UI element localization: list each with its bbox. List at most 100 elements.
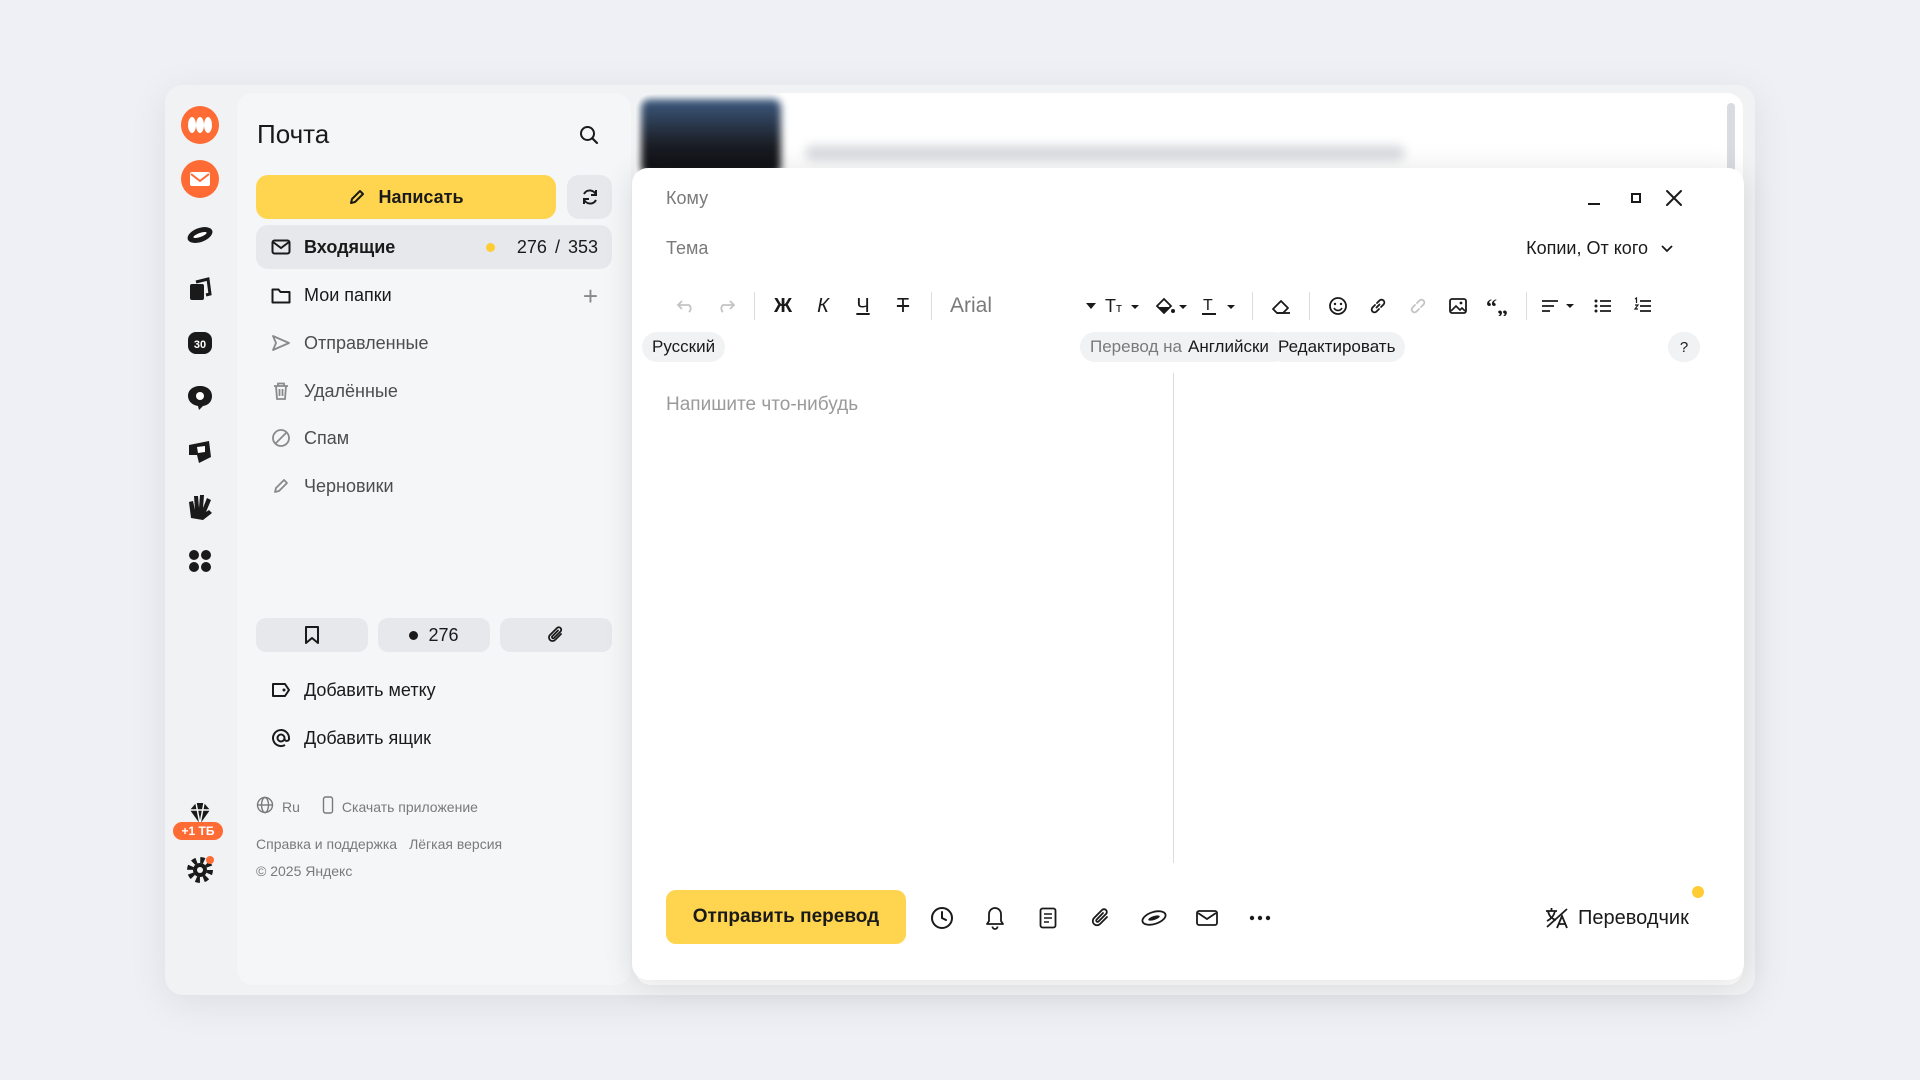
schedule-clock-icon[interactable] [926, 902, 958, 934]
quote-icon[interactable]: “„ [1478, 288, 1518, 324]
format-toolbar: Ж К Ч Т Arial Tт T “„ [666, 288, 1716, 324]
phone-icon [322, 796, 334, 817]
bullet-list-icon[interactable] [1583, 288, 1623, 324]
edit-translation-button[interactable]: Редактировать [1268, 332, 1406, 362]
emoji-icon[interactable] [1318, 288, 1358, 324]
folder-label: Черновики [304, 475, 394, 496]
template-icon[interactable] [1032, 902, 1064, 934]
target-language-select[interactable]: Перевод на Английский [1080, 332, 1289, 362]
font-size-icon[interactable]: Tт [1100, 288, 1148, 324]
yandex-logo-icon[interactable] [165, 105, 235, 145]
mail-icon[interactable] [165, 159, 235, 199]
link-icon[interactable] [1358, 288, 1398, 324]
image-icon[interactable] [1438, 288, 1478, 324]
folder-drafts[interactable]: Черновики [256, 464, 612, 508]
envelope-icon [270, 236, 292, 258]
hands-icon[interactable] [165, 487, 235, 527]
service-rail: 30 +1 ТБ [165, 85, 235, 995]
translation-divider [1173, 373, 1174, 863]
apps-grid-icon[interactable] [165, 541, 235, 581]
unread-dot [485, 242, 495, 252]
minimize-icon[interactable] [1582, 186, 1606, 210]
unlink-icon[interactable] [1398, 288, 1438, 324]
text-color-icon[interactable]: T [1196, 288, 1244, 324]
search-icon[interactable] [573, 119, 605, 151]
folder-label: Отправленные [304, 332, 429, 353]
folder-inbox[interactable]: Входящие 276 / 353 [256, 225, 612, 269]
unread-filter-count: 276 [428, 624, 459, 645]
message-body[interactable]: Напишите что-нибудь [666, 394, 858, 416]
bookmark-icon [305, 626, 319, 644]
globe-icon[interactable] [256, 796, 274, 817]
subject-field[interactable]: Тема [666, 238, 708, 259]
eraser-icon[interactable] [1261, 288, 1301, 324]
unread-dot [409, 630, 419, 640]
quick-filters: 276 [256, 618, 612, 652]
folder-my-folders[interactable]: Мои папки + [256, 273, 612, 317]
folder-trash[interactable]: Удалённые [256, 369, 612, 413]
numbered-list-icon[interactable] [1623, 288, 1663, 324]
maximize-icon[interactable] [1624, 186, 1648, 210]
align-icon[interactable] [1535, 288, 1583, 324]
messenger-icon[interactable] [165, 377, 235, 417]
count-separator: / [554, 236, 560, 257]
download-app-link[interactable]: Скачать приложение [342, 799, 478, 815]
reminder-bell-icon[interactable] [979, 902, 1011, 934]
italic-button[interactable]: К [803, 288, 843, 324]
underline-button[interactable]: Ч [843, 288, 883, 324]
to-field[interactable]: Кому [666, 188, 708, 209]
send-translation-button[interactable]: Отправить перевод [666, 890, 906, 944]
add-mailbox-button[interactable]: Добавить ящик [256, 716, 612, 760]
label-icon [270, 679, 292, 701]
source-language: Русский [652, 337, 716, 356]
page-title: Почта [257, 119, 330, 149]
paperclip-icon [548, 626, 563, 642]
docs-icon[interactable] [165, 270, 235, 310]
svg-text:30: 30 [194, 339, 206, 351]
calendar-icon[interactable]: 30 [165, 323, 235, 363]
source-language-select[interactable]: Русский [642, 332, 726, 362]
fill-color-icon[interactable] [1148, 288, 1196, 324]
folder-label: Удалённые [304, 380, 398, 401]
attach-paperclip-icon[interactable] [1085, 902, 1117, 934]
attach-from-mail-icon[interactable] [1191, 902, 1223, 934]
font-select[interactable]: Arial [940, 288, 1100, 324]
unread-filter[interactable]: 276 [378, 618, 490, 652]
add-label-button[interactable]: Добавить метку [256, 668, 612, 712]
folder-panel: Почта Написать Входящие 276 / 353 Мои па… [237, 93, 631, 985]
help-link[interactable]: Справка и поддержка [256, 836, 397, 852]
telemost-icon[interactable] [165, 432, 235, 472]
gear-icon[interactable] [165, 850, 235, 890]
disk-icon[interactable] [165, 215, 235, 255]
folder-spam[interactable]: Спам [256, 416, 612, 460]
attachments-filter[interactable] [500, 618, 612, 652]
help-button[interactable]: ? [1668, 332, 1700, 362]
caret-down-icon [1086, 303, 1096, 309]
cc-from-toggle[interactable]: Копии, От кого [1526, 238, 1674, 259]
translate-icon [1546, 908, 1568, 929]
refresh-button[interactable] [567, 175, 612, 219]
bookmark-filter[interactable] [256, 618, 368, 652]
strike-button[interactable]: Т [883, 288, 923, 324]
blurred-thumbnail [641, 99, 781, 175]
folder-sent[interactable]: Отправленные [256, 321, 612, 365]
svg-text:T: T [1203, 297, 1213, 314]
bold-button[interactable]: Ж [763, 288, 803, 324]
close-icon[interactable] [1662, 186, 1686, 210]
language-link[interactable]: Ru [282, 799, 300, 815]
add-folder-icon[interactable]: + [583, 281, 598, 312]
edit-label: Редактировать [1278, 337, 1396, 356]
unread-count: 276 [516, 236, 547, 257]
translator-toggle[interactable]: Переводчик [1544, 902, 1689, 934]
compose-button[interactable]: Написать [256, 175, 556, 219]
undo-icon[interactable] [666, 288, 706, 324]
redo-icon[interactable] [706, 288, 746, 324]
attach-from-disk-icon[interactable] [1138, 902, 1170, 934]
more-options-icon[interactable] [1244, 902, 1276, 934]
target-language: Английский [1188, 337, 1279, 356]
storage-badge[interactable]: +1 ТБ [173, 822, 223, 840]
add-label-text: Добавить метку [304, 679, 436, 700]
lite-version-link[interactable]: Лёгкая версия [409, 836, 502, 852]
svg-text:T: T [1105, 296, 1116, 316]
blurred-message-row [805, 145, 1405, 161]
